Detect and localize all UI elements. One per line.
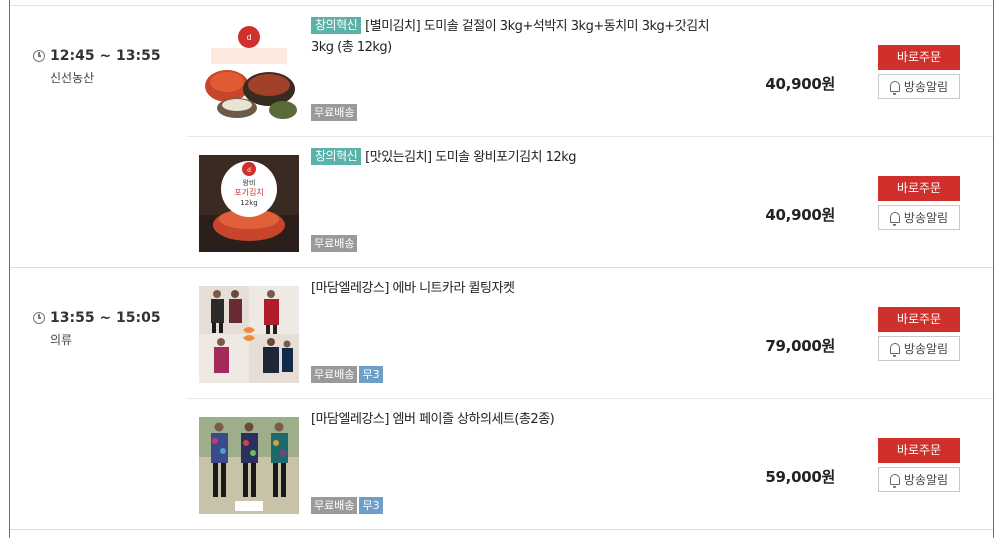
alarm-label: 방송알림 — [903, 80, 949, 94]
order-now-button[interactable]: 바로주문 — [878, 438, 960, 463]
product-title-area[interactable]: 창의혁신 [맛있는김치] 도미솔 왕비포기김치 12kg — [311, 147, 731, 168]
time-slot-2: 13:55 ~ 15:05 의류 — [33, 310, 161, 348]
product-title-area[interactable]: 창의혁신 [별미김치] 도미솔 겉절이 3kg+석박지 3kg+동치미 3kg+갓… — [311, 16, 731, 58]
interest-free-tag: 무3 — [359, 366, 383, 383]
broadcast-alarm-button[interactable]: 방송알림 — [878, 336, 960, 361]
interest-free-tag: 무3 — [359, 497, 383, 514]
product-title[interactable]: [맛있는김치] 도미솔 왕비포기김치 12kg — [365, 150, 576, 165]
frame-right-border — [993, 0, 994, 538]
tag-list: 무료배송 무3 — [311, 366, 383, 383]
bell-icon — [889, 81, 900, 95]
time-range: 12:45 ~ 13:55 — [50, 48, 161, 64]
free-shipping-tag: 무료배송 — [311, 366, 358, 383]
product-image-quilted-jackets[interactable] — [199, 286, 299, 383]
alarm-label: 방송알림 — [903, 211, 949, 225]
product-row[interactable]: [마담엘레강스] 엠버 페이즐 상하의세트(총2종) 무료배송 무3 59,00… — [187, 399, 993, 530]
time-range: 13:55 ~ 15:05 — [50, 310, 161, 326]
order-now-button[interactable]: 바로주문 — [878, 176, 960, 201]
free-shipping-tag: 무료배송 — [311, 235, 358, 252]
clock-icon — [33, 50, 45, 62]
frame-left-border — [9, 0, 10, 538]
product-image-kimchi-assortment[interactable]: d — [199, 24, 299, 121]
alarm-label: 방송알림 — [903, 473, 949, 487]
tag-list: 무료배송 — [311, 235, 358, 252]
time-slot-divider — [10, 529, 993, 530]
package-text-1: 왕비 — [243, 178, 256, 187]
product-title[interactable]: [마담엘레강스] 엠버 페이즐 상하의세트(총2종) — [311, 412, 555, 427]
package-text-3: 12kg — [240, 199, 257, 207]
broadcast-alarm-button[interactable]: 방송알림 — [878, 205, 960, 230]
free-shipping-tag: 무료배송 — [311, 497, 358, 514]
alarm-label: 방송알림 — [903, 342, 949, 356]
product-image-kimchi-package[interactable]: d 왕비 포기김치 12kg — [199, 155, 299, 252]
broadcast-alarm-button[interactable]: 방송알림 — [878, 467, 960, 492]
badge-innovation: 창의혁신 — [311, 148, 362, 165]
product-price: 79,000원 — [765, 337, 835, 355]
product-title-area[interactable]: [마담엘레강스] 에바 니트카라 퀼팅자켓 — [311, 278, 731, 299]
free-shipping-tag: 무료배송 — [311, 104, 358, 121]
order-now-button[interactable]: 바로주문 — [878, 307, 960, 332]
broadcast-alarm-button[interactable]: 방송알림 — [878, 74, 960, 99]
time-slot-1: 12:45 ~ 13:55 신선농산 — [33, 48, 161, 86]
order-now-button[interactable]: 바로주문 — [878, 45, 960, 70]
product-title-area[interactable]: [마담엘레강스] 엠버 페이즐 상하의세트(총2종) — [311, 409, 731, 430]
svg-text:d: d — [246, 33, 251, 42]
tag-list: 무료배송 — [311, 104, 358, 121]
product-row[interactable]: [마담엘레강스] 에바 니트카라 퀼팅자켓 무료배송 무3 79,000원 바로… — [187, 268, 993, 399]
product-price: 40,900원 — [765, 206, 835, 224]
svg-text:d: d — [247, 167, 251, 174]
product-price: 40,900원 — [765, 75, 835, 93]
tag-list: 무료배송 무3 — [311, 497, 383, 514]
bell-icon — [889, 343, 900, 357]
category-label: 신선농산 — [50, 71, 95, 85]
product-title[interactable]: [별미김치] 도미솔 겉절이 3kg+석박지 3kg+동치미 3kg+갓김치 3… — [311, 19, 710, 55]
bell-icon — [889, 212, 900, 226]
badge-innovation: 창의혁신 — [311, 17, 362, 34]
product-title[interactable]: [마담엘레강스] 에바 니트카라 퀼팅자켓 — [311, 281, 515, 296]
bell-icon — [889, 474, 900, 488]
product-price: 59,000원 — [765, 468, 835, 486]
product-row[interactable]: d 왕비 포기김치 12kg 창의혁신 [맛있는김치] 도미솔 왕비포기김치 12… — [187, 137, 993, 268]
product-row[interactable]: d 창의혁신 [별미김치] 도미솔 겉절이 3kg+석박지 3kg+동치미 3kg… — [187, 6, 993, 137]
product-image-paisley-sets[interactable] — [199, 417, 299, 514]
package-text-2: 포기김치 — [234, 187, 263, 197]
clock-icon — [33, 312, 45, 324]
category-label: 의류 — [50, 333, 73, 347]
